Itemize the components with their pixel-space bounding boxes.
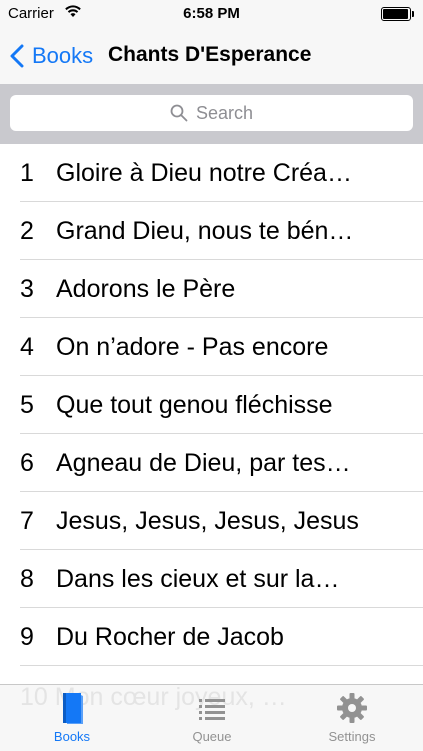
song-title: Du Rocher de Jacob: [56, 622, 284, 651]
song-list: 1 Gloire à Dieu notre Créa… 2 Grand Dieu, …: [0, 144, 423, 666]
list-item[interactable]: 8 Dans les cieux et sur la…: [0, 550, 423, 608]
search-placeholder: Search: [195, 102, 254, 123]
song-number: 2: [20, 216, 34, 245]
clock: 6:58 PM: [183, 5, 240, 22]
tab-queue-label: Queue: [192, 729, 232, 744]
song-number: 5: [20, 390, 34, 419]
song-title: On n’adore - Pas encore: [56, 332, 329, 361]
page-title: Chants D'Esperance: [108, 43, 312, 66]
navigation-bar: Books Chants D'Esperance: [0, 28, 423, 84]
song-title: Que tout genou fléchisse: [56, 390, 333, 419]
list-icon: [199, 699, 225, 720]
song-number: 6: [20, 448, 34, 477]
battery-icon: [381, 7, 415, 21]
list-item[interactable]: 6 Agneau de Dieu, par tes…: [0, 434, 423, 492]
back-button[interactable]: Books: [10, 42, 93, 70]
tab-books[interactable]: Books: [12, 691, 132, 749]
list-item[interactable]: 3 Adorons le Père: [0, 260, 423, 318]
song-title: Gloire à Dieu notre Créa…: [56, 158, 352, 187]
song-title: Dans les cieux et sur la…: [56, 564, 340, 593]
search-icon: [170, 104, 188, 122]
status-bar: Carrier 6:58 PM: [0, 0, 423, 28]
back-label: Books: [32, 43, 94, 68]
song-number: 1: [20, 158, 34, 187]
tab-queue[interactable]: Queue: [152, 691, 272, 749]
book-icon: [63, 693, 83, 724]
song-number: 8: [20, 564, 34, 593]
list-item[interactable]: 1 Gloire à Dieu notre Créa…: [0, 144, 423, 202]
list-item[interactable]: 5 Que tout genou fléchisse: [0, 376, 423, 434]
song-number: 9: [20, 622, 34, 651]
search-input[interactable]: Search: [10, 95, 413, 131]
song-number: 3: [20, 274, 34, 303]
song-title: Agneau de Dieu, par tes…: [56, 448, 351, 477]
song-number: 4: [20, 332, 34, 361]
list-item[interactable]: 4 On n’adore - Pas encore: [0, 318, 423, 376]
tab-bar: 10 Mon cœur joyeux, … Books Queue Settin…: [0, 683, 423, 751]
song-title: Adorons le Père: [56, 274, 236, 303]
gear-icon: [337, 693, 367, 723]
chevron-left-icon: [10, 44, 24, 68]
song-number: 7: [20, 506, 34, 535]
list-item[interactable]: 7 Jesus, Jesus, Jesus, Jesus: [0, 492, 423, 550]
search-bar: Search: [0, 84, 423, 144]
song-title: Grand Dieu, nous te bén…: [56, 216, 354, 245]
list-item[interactable]: 9 Du Rocher de Jacob: [0, 608, 423, 666]
tab-settings-label: Settings: [328, 729, 376, 744]
tab-settings[interactable]: Settings: [292, 691, 412, 749]
song-title: Jesus, Jesus, Jesus, Jesus: [56, 506, 359, 535]
tab-books-label: Books: [53, 729, 91, 744]
list-item[interactable]: 2 Grand Dieu, nous te bén…: [0, 202, 423, 260]
